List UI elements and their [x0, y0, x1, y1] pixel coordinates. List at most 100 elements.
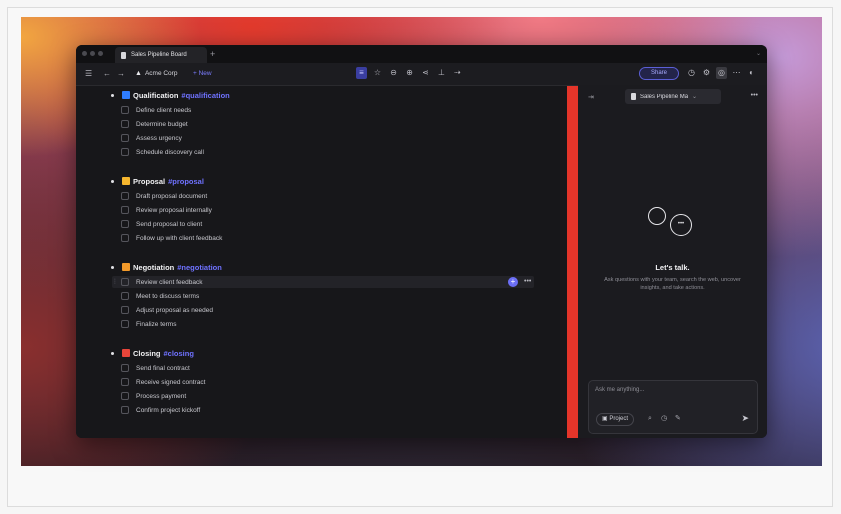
task-row[interactable]: Draft proposal document	[121, 190, 541, 202]
checkbox[interactable]	[121, 134, 129, 142]
chat-composer[interactable]: Ask me anything... ▣ Project ⌕ ◷ ✎ ➤	[588, 380, 758, 434]
task-text[interactable]: Schedule discovery call	[136, 149, 204, 156]
task-text[interactable]: Send proposal to client	[136, 221, 202, 228]
wrench-icon[interactable]: ✎	[675, 414, 681, 424]
checkbox[interactable]	[121, 306, 129, 314]
checkbox[interactable]	[121, 320, 129, 328]
chevron-down-icon[interactable]: ⌄	[756, 50, 761, 57]
task-row[interactable]: Receive signed contract	[121, 376, 541, 388]
task-text[interactable]: Review client feedback	[136, 279, 202, 286]
checkbox[interactable]	[121, 106, 129, 114]
timer-icon[interactable]: ◷	[661, 414, 667, 424]
task-row[interactable]: Confirm project kickoff	[121, 404, 541, 416]
task-text[interactable]: Confirm project kickoff	[136, 407, 200, 414]
section-tag[interactable]: #negotiation	[177, 263, 222, 272]
checkbox[interactable]	[121, 120, 129, 128]
task-row[interactable]: Process payment	[121, 390, 541, 402]
checkbox[interactable]	[121, 406, 129, 414]
sidebar-toggle-icon[interactable]: ☰	[85, 68, 92, 80]
history-icon[interactable]: ◷	[686, 67, 697, 79]
task-text[interactable]: Receive signed contract	[136, 379, 205, 386]
back-arrow-icon[interactable]: ←	[103, 68, 111, 80]
workspace-switcher[interactable]: ▲ Acme Corp	[135, 68, 177, 80]
share-button[interactable]: Share	[639, 67, 679, 80]
task-row[interactable]: Determine budget	[121, 118, 541, 130]
window-maximize-dot[interactable]	[98, 51, 103, 56]
share-nodes-icon[interactable]: ⋖	[420, 67, 431, 79]
bullet[interactable]	[111, 265, 114, 269]
task-row-hovered[interactable]: Review client feedback	[112, 276, 534, 288]
task-row[interactable]: Assess urgency	[121, 132, 541, 144]
checkbox[interactable]	[121, 378, 129, 386]
row-more-icon[interactable]: •••	[524, 277, 531, 287]
task-text[interactable]: Review proposal internally	[136, 207, 212, 214]
task-row[interactable]: Send final contract	[121, 362, 541, 374]
more-icon[interactable]: ⋯	[731, 67, 742, 79]
checkbox[interactable]	[121, 292, 129, 300]
section-proposal[interactable]: Proposal #proposal	[111, 175, 204, 187]
star-icon[interactable]: ☆	[372, 67, 383, 79]
globe-icon[interactable]: ⊕	[404, 67, 415, 79]
org-chart-icon[interactable]: ⊥	[436, 67, 447, 79]
section-tag[interactable]: #closing	[164, 349, 194, 358]
checkbox[interactable]	[121, 192, 129, 200]
section-tag[interactable]: #qualification	[181, 91, 229, 100]
section-negotiation[interactable]: Negotiation #negotiation	[111, 261, 222, 273]
drag-handle-icon[interactable]: ⋮	[112, 276, 118, 288]
tab-sales-pipeline[interactable]: Sales Pipeline Board	[115, 47, 207, 63]
window-close-dot[interactable]	[82, 51, 87, 56]
gear-icon[interactable]: ⚙	[701, 67, 712, 79]
section-title: Proposal	[133, 176, 166, 186]
automation-icon[interactable]: ⇢	[452, 67, 463, 79]
checkbox[interactable]	[121, 392, 129, 400]
task-row[interactable]: Review proposal internally	[121, 204, 541, 216]
task-text[interactable]: Follow up with client feedback	[136, 235, 222, 242]
task-text[interactable]: Assess urgency	[136, 135, 182, 142]
theme-toggle-icon[interactable]: ◐	[746, 67, 757, 79]
outline-view-icon[interactable]: ≡	[356, 67, 367, 79]
checkbox[interactable]	[121, 234, 129, 242]
task-row[interactable]: Send proposal to client	[121, 218, 541, 230]
task-row[interactable]: Follow up with client feedback	[121, 232, 541, 244]
ai-chat-panel: ⇥ Sales Pipeline Ma ⌄ ••• ••• Let's talk…	[578, 85, 767, 438]
task-text[interactable]: Process payment	[136, 393, 186, 400]
task-text[interactable]: Adjust proposal as needed	[136, 307, 213, 314]
chat-more-icon[interactable]: •••	[751, 92, 758, 99]
attach-icon[interactable]: ⌕	[648, 414, 652, 424]
task-text[interactable]: Determine budget	[136, 121, 188, 128]
checkbox[interactable]	[121, 278, 129, 286]
section-tag[interactable]: #proposal	[168, 177, 204, 186]
task-text[interactable]: Draft proposal document	[136, 193, 207, 200]
document-selector[interactable]: Sales Pipeline Ma ⌄	[625, 89, 721, 104]
add-block-button[interactable]: +	[508, 277, 518, 287]
checkbox[interactable]	[121, 206, 129, 214]
task-row[interactable]: Finalize terms	[121, 318, 541, 330]
task-text[interactable]: Meet to discuss terms	[136, 293, 199, 300]
ai-chat-icon[interactable]: ◎	[716, 67, 727, 79]
bullet[interactable]	[111, 351, 114, 355]
collapse-panel-icon[interactable]: ⇥	[588, 93, 594, 101]
task-text[interactable]: Finalize terms	[136, 321, 176, 328]
forward-arrow-icon[interactable]: →	[117, 68, 125, 80]
panel-divider[interactable]	[567, 86, 578, 438]
bullet[interactable]	[111, 179, 114, 183]
window-minimize-dot[interactable]	[90, 51, 95, 56]
new-button[interactable]: + New	[193, 68, 212, 80]
database-icon[interactable]: ⊖	[388, 67, 399, 79]
task-row[interactable]: Schedule discovery call	[121, 146, 541, 158]
checkbox[interactable]	[121, 220, 129, 228]
checkbox[interactable]	[121, 364, 129, 372]
task-text[interactable]: Send final contract	[136, 365, 190, 372]
task-row[interactable]: Adjust proposal as needed	[121, 304, 541, 316]
checkbox[interactable]	[121, 148, 129, 156]
task-row[interactable]: Meet to discuss terms	[121, 290, 541, 302]
bullet[interactable]	[111, 93, 114, 97]
section-qualification[interactable]: Qualification #qualification	[111, 89, 230, 101]
task-row[interactable]: Define client needs	[121, 104, 541, 116]
section-closing[interactable]: Closing #closing	[111, 347, 194, 359]
send-icon[interactable]: ➤	[741, 413, 749, 424]
project-button[interactable]: ▣ Project	[596, 413, 635, 426]
chat-input[interactable]: Ask me anything...	[595, 387, 644, 393]
task-text[interactable]: Define client needs	[136, 107, 191, 114]
new-tab-button[interactable]: +	[210, 48, 215, 60]
